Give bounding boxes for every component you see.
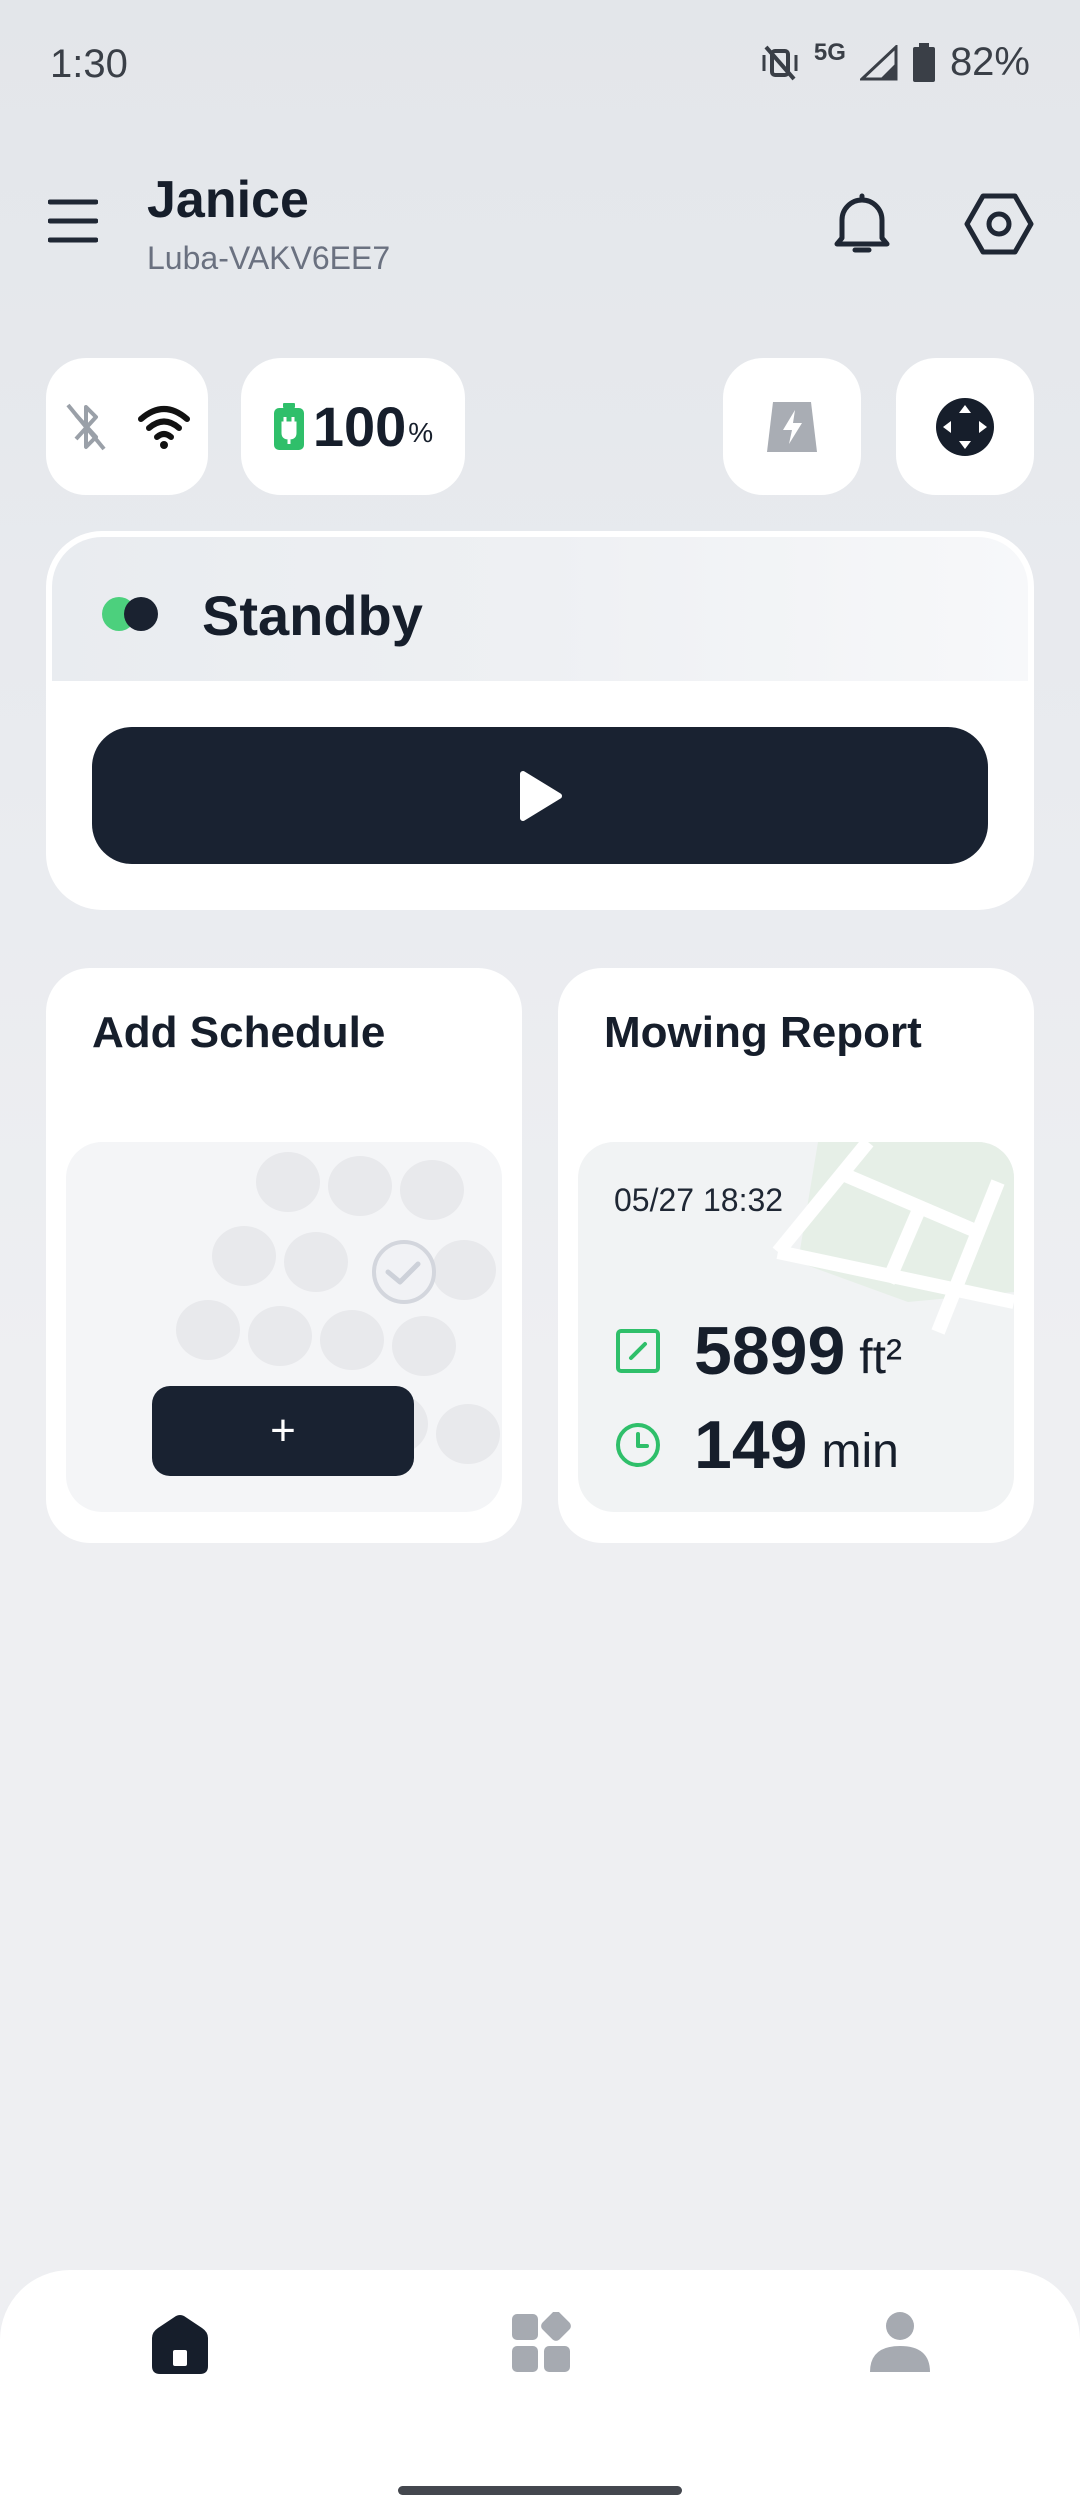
home-indicator[interactable] xyxy=(398,2486,682,2495)
schedule-illustration: + xyxy=(66,1142,502,1512)
clock-icon xyxy=(616,1423,660,1467)
status-header: Standby xyxy=(52,537,1028,681)
mowing-report-card[interactable]: Mowing Report 05/27 18:32 5899 ft² 149 m… xyxy=(558,968,1034,1543)
area-value: 5899 xyxy=(694,1313,846,1389)
battery-unit: % xyxy=(408,417,434,448)
status-card: Standby xyxy=(46,531,1034,910)
wifi-icon xyxy=(138,405,190,449)
area-unit: ft² xyxy=(859,1330,902,1384)
report-title: Mowing Report xyxy=(604,1008,922,1057)
status-icons: 5G 82% xyxy=(760,38,1030,85)
bluetooth-off-icon xyxy=(66,403,106,450)
vibrate-off-icon xyxy=(762,45,798,80)
menu-icon[interactable] xyxy=(48,198,98,244)
remote-control-chip[interactable] xyxy=(896,358,1034,495)
battery-charging-icon xyxy=(273,402,304,450)
time-unit: min xyxy=(821,1424,899,1478)
network-type: 5G xyxy=(813,38,846,66)
schedule-title: Add Schedule xyxy=(92,1008,386,1057)
apps-icon[interactable] xyxy=(510,2312,572,2374)
area-icon xyxy=(616,1329,660,1373)
report-map: 05/27 18:32 5899 ft² 149 min xyxy=(578,1142,1014,1512)
device-name[interactable]: Luba-VAKV6EE7 xyxy=(147,240,390,277)
joystick-icon xyxy=(936,397,994,456)
area-metric: 5899 ft² xyxy=(614,1312,902,1390)
mower-status: Standby xyxy=(202,584,423,647)
signal-icon xyxy=(859,44,898,80)
status-indicator-dark xyxy=(124,597,158,631)
charge-station-icon xyxy=(767,401,817,452)
user-name: Janice xyxy=(147,171,309,229)
connection-chip[interactable] xyxy=(46,358,208,495)
play-icon xyxy=(520,770,562,821)
bottom-navigation xyxy=(0,2270,1080,2520)
time-value: 149 xyxy=(694,1407,808,1483)
battery-percent: 82% xyxy=(949,40,1030,84)
battery-chip[interactable]: 100 % xyxy=(241,358,465,495)
home-icon[interactable] xyxy=(148,2312,212,2376)
profile-icon[interactable] xyxy=(868,2310,932,2374)
status-time: 1:30 xyxy=(50,42,128,86)
schedule-card[interactable]: Add Schedule + xyxy=(46,968,522,1543)
battery-level: 100 xyxy=(312,395,407,458)
charge-chip[interactable] xyxy=(723,358,861,495)
add-icon: + xyxy=(270,1406,296,1455)
report-date: 05/27 18:32 xyxy=(614,1182,784,1218)
battery-icon xyxy=(912,42,935,82)
add-schedule-button[interactable]: + xyxy=(152,1386,414,1476)
settings-icon[interactable] xyxy=(964,193,1034,255)
time-metric: 149 min xyxy=(614,1406,899,1484)
start-mowing-button[interactable] xyxy=(92,727,988,864)
bell-icon[interactable] xyxy=(832,192,892,256)
